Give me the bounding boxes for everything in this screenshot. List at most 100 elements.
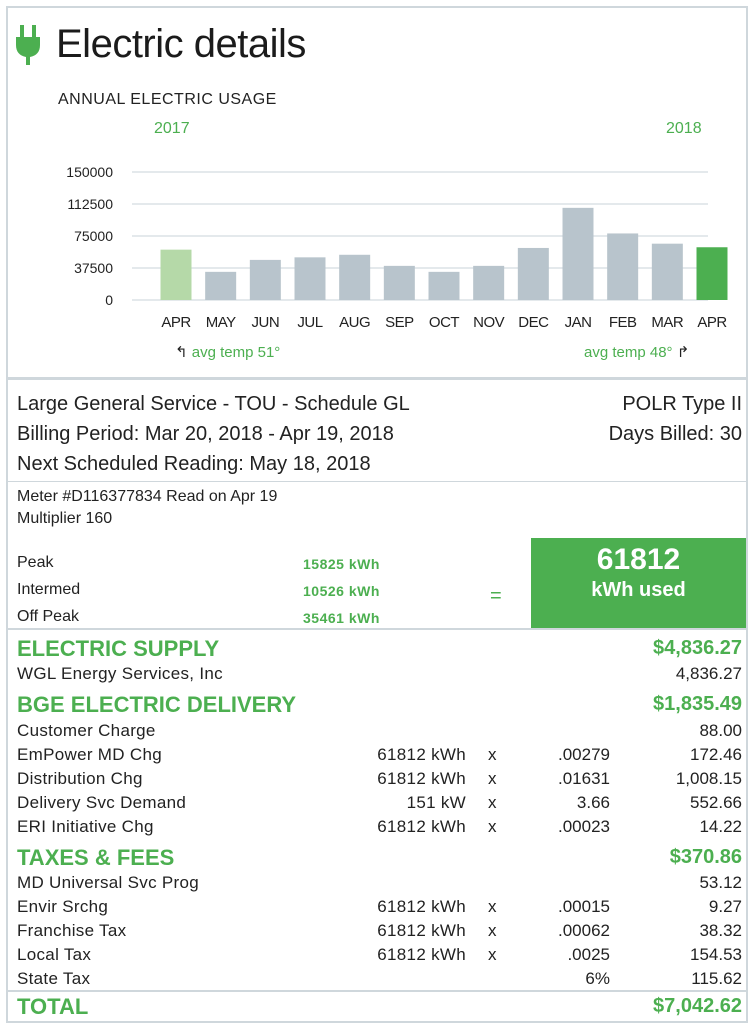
delivery-heading: BGE ELECTRIC DELIVERY [17, 692, 297, 717]
bar [205, 271, 237, 300]
y-tick-label: 0 [105, 292, 113, 308]
reading-label-intermed: Intermed [17, 581, 81, 598]
x-tick-label: NOV [473, 314, 505, 331]
y-tick-label: 37500 [74, 260, 113, 276]
line-item-amount: 88.00 [699, 721, 742, 740]
line-item-amount: 154.53 [690, 945, 742, 964]
supply-heading: ELECTRIC SUPPLY [17, 636, 220, 661]
supply-amount: $4,836.27 [653, 637, 742, 659]
line-item-label: ERI Initiative Chg [17, 817, 154, 836]
delivery-amount: $1,835.49 [653, 693, 742, 715]
usage-chart: 150000 112500 75000 37500 0 APR MAY JUN JUL AUG SE… [66, 164, 728, 331]
line-item-rate: .0025 [567, 945, 610, 964]
temp-end-label: avg temp 48° [584, 344, 673, 361]
meter-info: Meter #D116377834 Read on Apr 19 [17, 488, 278, 505]
line-item-multiply: x [488, 769, 497, 788]
y-tick-label: 75000 [74, 228, 113, 244]
line-item-label: Customer Charge [17, 721, 156, 740]
supply-line-amount: 4,836.27 [675, 664, 742, 683]
divider [8, 990, 746, 992]
line-item-qty: 61812 kWh [377, 921, 466, 940]
y-tick-label: 150000 [66, 164, 113, 180]
taxes-amount: $370.86 [669, 846, 742, 868]
kwh-used-box: 61812 kWh used [531, 538, 746, 628]
section-divider [6, 377, 748, 380]
line-item-multiply: x [488, 921, 497, 940]
line-item-multiply: x [488, 745, 497, 764]
x-tick-label: SEP [385, 314, 414, 331]
line-item-amount: 1,008.15 [675, 769, 742, 788]
line-item-amount: 14.22 [699, 817, 742, 836]
temp-start-label: avg temp 51° [191, 344, 281, 361]
line-item-rate: .01631 [558, 769, 610, 788]
supply-line-label: WGL Energy Services, Inc [17, 664, 223, 683]
line-item-amount: 38.32 [699, 921, 742, 940]
divider [8, 481, 746, 482]
line-item-amount: 172.46 [690, 745, 742, 764]
line-item-rate: .00015 [558, 897, 610, 916]
line-item-label: Local Tax [17, 945, 92, 964]
total-amount: $7,042.62 [653, 995, 742, 1017]
line-item-qty: 61812 kWh [377, 945, 466, 964]
line-item-label: Franchise Tax [17, 921, 127, 940]
x-tick-label: JUN [251, 314, 279, 331]
line-item-rate: .00062 [558, 921, 610, 940]
y-tick-label: 112500 [67, 196, 113, 212]
x-tick-label: DEC [518, 314, 549, 331]
reading-value-intermed: 10526 kWh [303, 583, 380, 599]
service-schedule: Large General Service - TOU - Schedule G… [17, 393, 410, 415]
reading-label-peak: Peak [17, 554, 54, 571]
reading-value-offpeak: 35461 kWh [303, 610, 380, 626]
line-item-label: EmPower MD Chg [17, 745, 162, 764]
line-item-qty: 61812 kWh [377, 897, 466, 916]
reading-value-peak: 15825 kWh [303, 556, 380, 572]
line-item-multiply: x [488, 945, 497, 964]
line-item-qty: 61812 kWh [377, 817, 466, 836]
temp-start: ↰ avg temp 51° [175, 343, 280, 361]
x-tick-label: FEB [609, 314, 637, 331]
line-item-qty: 151 kW [406, 793, 466, 812]
x-tick-label: MAR [651, 314, 684, 331]
bar [249, 259, 281, 300]
x-tick-label: APR [161, 314, 191, 331]
bar [562, 207, 594, 300]
kwh-used-label: kWh used [591, 579, 686, 601]
arrow-up-right-icon: ↱ [676, 344, 690, 361]
meter-multiplier: Multiplier 160 [17, 510, 113, 527]
next-reading: Next Scheduled Reading: May 18, 2018 [17, 453, 371, 475]
total-label: TOTAL [17, 994, 89, 1019]
line-item-amount: 115.62 [691, 969, 742, 988]
x-tick-label: AUG [339, 314, 370, 331]
bar [339, 254, 371, 300]
x-tick-label: JUL [297, 314, 322, 331]
line-item-rate: .00279 [558, 745, 610, 764]
bar [517, 247, 549, 300]
line-item-amount: 9.27 [708, 897, 742, 916]
line-item-multiply: x [488, 817, 497, 836]
bar [428, 271, 460, 300]
bar [607, 233, 639, 300]
x-tick-label: MAY [206, 314, 236, 331]
line-item-multiply: x [488, 897, 497, 916]
taxes-heading: TAXES & FEES [17, 845, 175, 870]
bar [651, 243, 683, 300]
bar [160, 249, 192, 300]
service-type: POLR Type II [622, 393, 742, 415]
line-item-rate: 3.66 [576, 793, 610, 812]
divider [8, 628, 746, 630]
line-item-amount: 53.12 [699, 873, 742, 892]
bar [294, 257, 326, 300]
bar [696, 247, 728, 300]
x-tick-label: JAN [565, 314, 592, 331]
x-tick-label: OCT [429, 314, 460, 331]
bar [473, 265, 505, 300]
days-billed: Days Billed: 30 [608, 423, 742, 445]
equals-sign: = [490, 585, 502, 607]
line-item-label: State Tax [17, 969, 91, 988]
line-item-label: Envir Srchg [17, 897, 109, 916]
arrow-up-left-icon: ↰ [175, 344, 188, 361]
kwh-used-value: 61812 [596, 543, 681, 576]
bar [383, 265, 415, 300]
line-item-qty: 61812 kWh [377, 745, 466, 764]
reading-label-offpeak: Off Peak [17, 608, 79, 625]
